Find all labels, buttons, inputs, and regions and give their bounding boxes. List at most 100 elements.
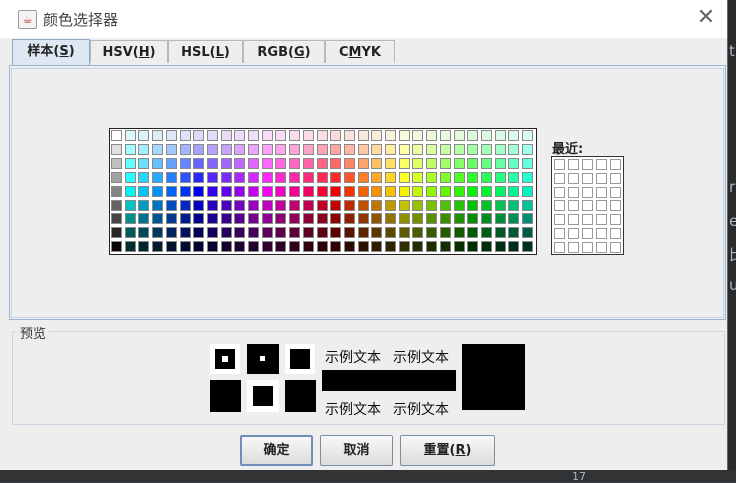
swatch-cell[interactable] <box>248 199 259 211</box>
swatch-cell[interactable] <box>426 157 438 169</box>
swatch-cell[interactable] <box>439 157 451 169</box>
swatch-cell[interactable] <box>398 213 410 225</box>
swatch-cell[interactable] <box>494 227 506 239</box>
swatch-cell[interactable] <box>261 227 273 239</box>
swatch-cell[interactable] <box>193 171 205 183</box>
recent-swatch-cell[interactable] <box>610 172 621 184</box>
swatch-cell[interactable] <box>165 143 177 155</box>
swatch-cell[interactable] <box>330 157 342 169</box>
swatch-cell[interactable] <box>453 171 465 183</box>
cancel-button[interactable]: 取消 <box>320 435 393 466</box>
recent-swatch-cell[interactable] <box>582 186 593 198</box>
swatch-cell[interactable] <box>179 143 191 155</box>
swatch-cell[interactable] <box>371 241 383 253</box>
swatch-cell[interactable] <box>494 241 506 253</box>
swatch-cell[interactable] <box>248 185 259 197</box>
swatch-cell[interactable] <box>371 130 383 141</box>
swatch-cell[interactable] <box>275 241 287 253</box>
swatch-cell[interactable] <box>165 227 177 239</box>
swatch-cell[interactable] <box>371 171 383 183</box>
swatch-cell[interactable] <box>165 171 177 183</box>
swatch-cell[interactable] <box>302 157 314 169</box>
recent-swatch-cell[interactable] <box>568 200 579 212</box>
swatch-cell[interactable] <box>426 213 438 225</box>
recent-swatch-cell[interactable] <box>610 159 621 170</box>
recent-swatch-cell[interactable] <box>596 241 607 253</box>
swatch-cell[interactable] <box>220 199 232 211</box>
swatch-cell[interactable] <box>398 227 410 239</box>
swatch-cell[interactable] <box>508 185 520 197</box>
swatch-cell[interactable] <box>330 171 342 183</box>
swatch-cell[interactable] <box>316 227 328 239</box>
swatch-cell[interactable] <box>179 213 191 225</box>
swatch-cell[interactable] <box>426 241 438 253</box>
recent-swatch-cell[interactable] <box>596 200 607 212</box>
swatch-cell[interactable] <box>138 241 150 253</box>
swatch-cell[interactable] <box>302 185 314 197</box>
swatch-cell[interactable] <box>385 213 396 225</box>
swatch-cell[interactable] <box>522 171 533 183</box>
swatch-cell[interactable] <box>193 130 205 141</box>
swatch-cell[interactable] <box>275 157 287 169</box>
swatch-cell[interactable] <box>111 227 122 239</box>
swatch-cell[interactable] <box>343 130 355 141</box>
swatch-cell[interactable] <box>124 213 136 225</box>
swatch-cell[interactable] <box>124 130 136 141</box>
swatch-cell[interactable] <box>111 185 122 197</box>
swatch-cell[interactable] <box>138 171 150 183</box>
ok-button[interactable]: 确定 <box>240 435 313 466</box>
swatch-cell[interactable] <box>261 171 273 183</box>
swatch-cell[interactable] <box>179 130 191 141</box>
swatch-cell[interactable] <box>357 130 369 141</box>
swatch-cell[interactable] <box>439 241 451 253</box>
swatch-cell[interactable] <box>439 199 451 211</box>
swatch-cell[interactable] <box>193 185 205 197</box>
swatch-cell[interactable] <box>357 143 369 155</box>
swatch-cell[interactable] <box>261 130 273 141</box>
swatch-cell[interactable] <box>289 171 301 183</box>
swatch-cell[interactable] <box>343 157 355 169</box>
swatch-cell[interactable] <box>357 241 369 253</box>
swatch-cell[interactable] <box>124 143 136 155</box>
swatch-cell[interactable] <box>152 199 164 211</box>
swatch-cell[interactable] <box>193 199 205 211</box>
swatch-cell[interactable] <box>152 227 164 239</box>
swatch-cell[interactable] <box>330 213 342 225</box>
swatch-cell[interactable] <box>522 143 533 155</box>
swatch-cell[interactable] <box>289 130 301 141</box>
swatch-cell[interactable] <box>522 157 533 169</box>
swatch-cell[interactable] <box>412 171 424 183</box>
swatch-cell[interactable] <box>206 227 218 239</box>
swatch-cell[interactable] <box>439 130 451 141</box>
swatch-cell[interactable] <box>480 157 492 169</box>
recent-swatch-cell[interactable] <box>596 214 607 226</box>
swatch-cell[interactable] <box>412 130 424 141</box>
swatch-cell[interactable] <box>248 130 259 141</box>
swatch-cell[interactable] <box>275 185 287 197</box>
swatch-cell[interactable] <box>316 213 328 225</box>
swatch-cell[interactable] <box>412 199 424 211</box>
swatch-cell[interactable] <box>371 157 383 169</box>
recent-swatch-cell[interactable] <box>568 214 579 226</box>
swatch-cell[interactable] <box>467 199 479 211</box>
swatch-cell[interactable] <box>467 143 479 155</box>
swatch-cell[interactable] <box>193 227 205 239</box>
swatch-cell[interactable] <box>152 157 164 169</box>
swatch-cell[interactable] <box>330 143 342 155</box>
swatch-cell[interactable] <box>193 143 205 155</box>
recent-swatch-cell[interactable] <box>610 186 621 198</box>
swatch-cell[interactable] <box>426 227 438 239</box>
recent-swatch-cell[interactable] <box>596 186 607 198</box>
swatch-cell[interactable] <box>248 171 259 183</box>
swatch-cell[interactable] <box>206 143 218 155</box>
swatch-cell[interactable] <box>453 143 465 155</box>
tab-hsl[interactable]: HSL(L) <box>168 40 243 63</box>
swatch-cell[interactable] <box>261 199 273 211</box>
swatch-cell[interactable] <box>124 157 136 169</box>
swatch-cell[interactable] <box>412 213 424 225</box>
swatch-cell[interactable] <box>302 227 314 239</box>
swatch-cell[interactable] <box>165 241 177 253</box>
swatch-cell[interactable] <box>426 185 438 197</box>
swatch-cell[interactable] <box>234 130 246 141</box>
recent-swatch-cell[interactable] <box>582 241 593 253</box>
